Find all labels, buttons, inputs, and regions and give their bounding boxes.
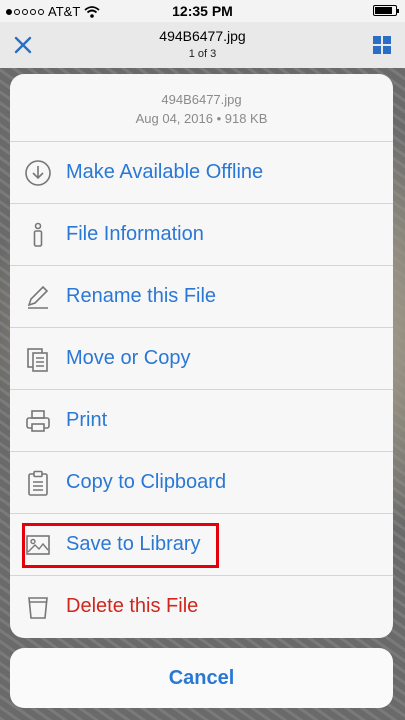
action-copy-to-clipboard[interactable]: Copy to Clipboard — [10, 452, 393, 514]
printer-icon — [26, 410, 50, 432]
download-circle-icon — [25, 160, 51, 186]
action-label: Delete this File — [66, 595, 199, 617]
action-save-to-library[interactable]: Save to Library — [10, 514, 393, 576]
action-move-or-copy[interactable]: Move or Copy — [10, 328, 393, 390]
action-make-available-offline[interactable]: Make Available Offline — [10, 142, 393, 204]
action-label: File Information — [66, 223, 204, 245]
action-label: Print — [66, 409, 108, 431]
action-label: Rename this File — [66, 285, 217, 307]
action-file-information[interactable]: File Information — [10, 204, 393, 266]
page-counter: 1 of 3 — [188, 48, 217, 60]
trash-icon — [28, 597, 48, 619]
status-bar: AT&T 12:35 PM — [0, 0, 405, 22]
cancel-button[interactable]: Cancel — [10, 648, 393, 708]
cancel-label: Cancel — [168, 667, 235, 689]
action-label: Copy to Clipboard — [66, 471, 227, 493]
highlight-box — [22, 523, 219, 568]
pencil-icon — [27, 285, 49, 309]
grid-icon[interactable] — [371, 34, 393, 56]
page-title: 494B6477.jpg — [159, 28, 246, 44]
status-time: 12:35 PM — [172, 3, 233, 19]
action-label: Move or Copy — [66, 347, 191, 369]
action-print[interactable]: Print — [10, 390, 393, 452]
action-delete-file[interactable]: Delete this File — [10, 576, 393, 638]
action-sheet: 494B6477.jpg Aug 04, 2016 • 918 KB Make … — [10, 74, 393, 638]
info-icon — [33, 222, 43, 247]
sheet-header: 494B6477.jpg Aug 04, 2016 • 918 KB — [10, 74, 393, 142]
clipboard-icon — [28, 470, 48, 496]
sheet-file-meta: Aug 04, 2016 • 918 KB — [135, 111, 268, 126]
battery-icon — [373, 5, 399, 16]
action-rename-file[interactable]: Rename this File — [10, 266, 393, 328]
copy-documents-icon — [27, 348, 48, 372]
sheet-filename: 494B6477.jpg — [161, 92, 242, 107]
navigation-bar: 494B6477.jpg 1 of 3 — [0, 22, 405, 68]
action-label: Make Available Offline — [66, 161, 264, 183]
